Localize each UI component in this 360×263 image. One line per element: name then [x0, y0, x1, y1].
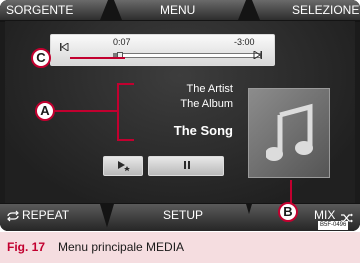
caption-text: Menu principale MEDIA: [58, 240, 185, 254]
shuffle-icon: [340, 210, 354, 223]
callout-a: A: [35, 101, 55, 121]
elapsed-time: 0:07: [113, 37, 131, 47]
repeat-icon: [6, 209, 20, 222]
progress-track[interactable]: [113, 52, 261, 59]
music-note-icon: [266, 103, 313, 161]
figure-caption: Fig. 17 Menu principale MEDIA: [0, 232, 360, 263]
remaining-time: -3:00: [234, 37, 255, 47]
progress-panel: 0:07 -3:00: [50, 34, 275, 66]
setup-button[interactable]: SETUP: [163, 206, 203, 224]
menu-button[interactable]: MENU: [160, 1, 195, 19]
skip-forward-icon[interactable]: [251, 49, 265, 63]
callout-c: C: [31, 48, 51, 68]
source-button[interactable]: SORGENTE: [6, 1, 73, 19]
album-cover: [248, 88, 330, 178]
play-favorite-icon: [116, 160, 132, 176]
callout-b-line: [290, 180, 292, 204]
repeat-button[interactable]: REPEAT: [22, 206, 69, 224]
play-button[interactable]: [103, 156, 143, 176]
pause-icon: [179, 160, 195, 174]
caption-label: Fig. 17: [7, 240, 46, 254]
image-code: B5F-0496: [318, 221, 349, 230]
skip-back-icon[interactable]: [58, 41, 70, 55]
callout-a-bracket: [54, 83, 134, 141]
callout-b: B: [278, 202, 298, 222]
callout-c-line: [70, 57, 125, 59]
pause-button[interactable]: [148, 156, 224, 176]
selection-button[interactable]: SELEZIONE: [292, 1, 359, 19]
